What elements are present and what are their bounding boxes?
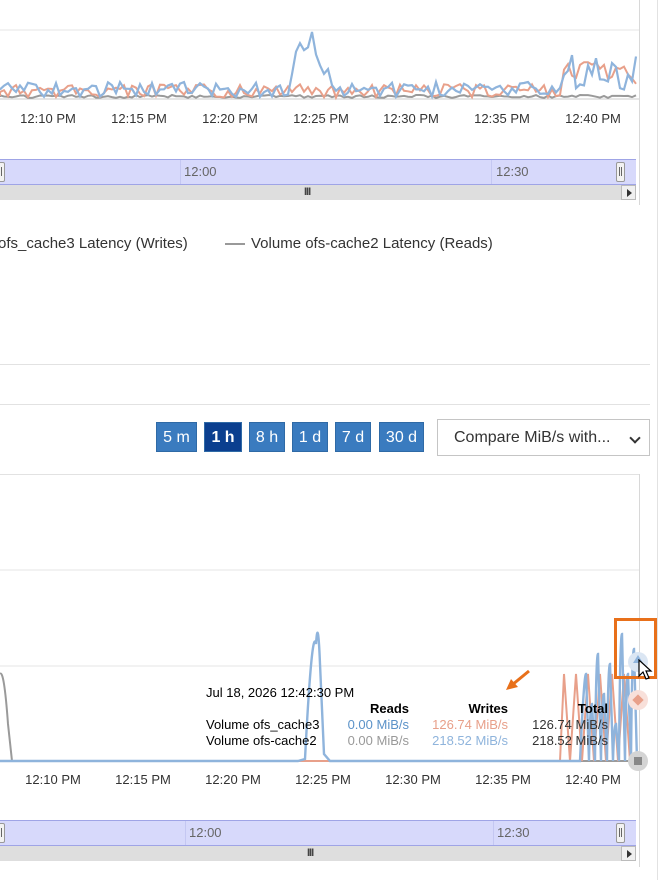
navigator-label: 12:30 bbox=[497, 825, 530, 840]
x-tick-label: 12:25 PM bbox=[293, 111, 349, 126]
navigator-left-handle[interactable] bbox=[0, 162, 5, 182]
navigator-right-handle[interactable] bbox=[616, 823, 625, 843]
x-tick-label: 12:35 PM bbox=[475, 772, 531, 787]
tooltip-header-reads: Reads bbox=[369, 701, 409, 716]
mouse-cursor-icon bbox=[638, 659, 653, 680]
scrollbar-grip[interactable]: III bbox=[307, 847, 314, 859]
annotation-arrow-icon bbox=[506, 669, 530, 690]
tooltip-row-total: 126.74 MiB/s bbox=[532, 717, 608, 732]
compare-select-value: Compare MiB/s with... bbox=[454, 429, 611, 446]
x-tick-label: 12:40 PM bbox=[565, 111, 621, 126]
tooltip-row-writes: 126.74 MiB/s bbox=[432, 717, 508, 732]
square-marker-icon bbox=[634, 757, 642, 765]
tooltip-row-name: Volume ofs_cache3 bbox=[206, 717, 320, 732]
top-chart-plot[interactable] bbox=[0, 0, 639, 110]
page-scrollbar-track[interactable] bbox=[657, 0, 658, 880]
range-button-30d[interactable]: 30 d bbox=[379, 422, 424, 452]
scroll-right-arrow[interactable] bbox=[621, 185, 636, 200]
x-tick-label: 12:20 PM bbox=[202, 111, 258, 126]
series-line-reads bbox=[0, 31, 638, 100]
navigator-divider bbox=[185, 821, 186, 845]
range-button-1h[interactable]: 1 h bbox=[204, 422, 242, 452]
top-scrollbar[interactable]: III bbox=[0, 185, 636, 200]
legend-item[interactable]: ofs_cache3 Latency (Writes) bbox=[0, 235, 188, 252]
range-button-7d[interactable]: 7 d bbox=[335, 422, 371, 452]
legend-item[interactable]: Volume ofs-cache2 Latency (Reads) bbox=[225, 235, 493, 252]
tooltip-row-writes: 218.52 MiB/s bbox=[432, 733, 508, 748]
range-button-8h[interactable]: 8 h bbox=[249, 422, 285, 452]
scrollbar-grip[interactable]: III bbox=[304, 186, 311, 198]
section-divider bbox=[0, 404, 650, 405]
scroll-right-arrow[interactable] bbox=[621, 846, 636, 861]
chevron-down-icon bbox=[629, 432, 641, 444]
series-line-writes bbox=[0, 61, 637, 101]
tooltip-header-writes: Writes bbox=[468, 701, 509, 716]
navigator-label: 12:30 bbox=[496, 164, 529, 179]
compare-select[interactable]: Compare MiB/s with... bbox=[437, 419, 650, 456]
tooltip-row-total: 218.52 MiB/s bbox=[532, 733, 608, 748]
x-tick-label: 12:25 PM bbox=[295, 772, 351, 787]
x-tick-label: 12:30 PM bbox=[385, 772, 441, 787]
x-tick-label: 12:35 PM bbox=[474, 111, 530, 126]
legend-swatch bbox=[225, 243, 245, 246]
range-button-1d[interactable]: 1 d bbox=[292, 422, 328, 452]
navigator-divider bbox=[180, 160, 181, 184]
bottom-scrollbar[interactable]: III bbox=[0, 846, 636, 861]
tooltip-row-reads: 0.00 MiB/s bbox=[347, 717, 409, 732]
navigator-divider bbox=[493, 821, 494, 845]
top-navigator[interactable]: 12:00 12:30 bbox=[0, 159, 636, 185]
section-divider bbox=[0, 364, 650, 365]
x-tick-label: 12:15 PM bbox=[115, 772, 171, 787]
range-button-5m[interactable]: 5 m bbox=[156, 422, 197, 452]
legend-label: ofs_cache3 Latency (Writes) bbox=[0, 235, 188, 252]
x-tick-label: 12:15 PM bbox=[111, 111, 167, 126]
navigator-label: 12:00 bbox=[184, 164, 217, 179]
x-tick-label: 12:30 PM bbox=[383, 111, 439, 126]
navigator-left-handle[interactable] bbox=[0, 823, 5, 843]
navigator-divider bbox=[491, 160, 492, 184]
x-tick-label: 12:10 PM bbox=[25, 772, 81, 787]
tooltip-row-name: Volume ofs-cache2 bbox=[206, 733, 317, 748]
bottom-navigator[interactable]: 12:00 12:30 bbox=[0, 820, 636, 846]
x-tick-label: 12:20 PM bbox=[205, 772, 261, 787]
tooltip-timestamp: Jul 18, 2026 12:42:30 PM bbox=[206, 685, 355, 700]
navigator-right-handle[interactable] bbox=[616, 162, 625, 182]
x-tick-label: 12:40 PM bbox=[565, 772, 621, 787]
navigator-label: 12:00 bbox=[189, 825, 222, 840]
tooltip-row-reads: 0.00 MiB/s bbox=[347, 733, 409, 748]
x-tick-label: 12:10 PM bbox=[20, 111, 76, 126]
tooltip-header-total: Total bbox=[577, 701, 608, 716]
legend-label: Volume ofs-cache2 Latency (Reads) bbox=[251, 235, 493, 252]
